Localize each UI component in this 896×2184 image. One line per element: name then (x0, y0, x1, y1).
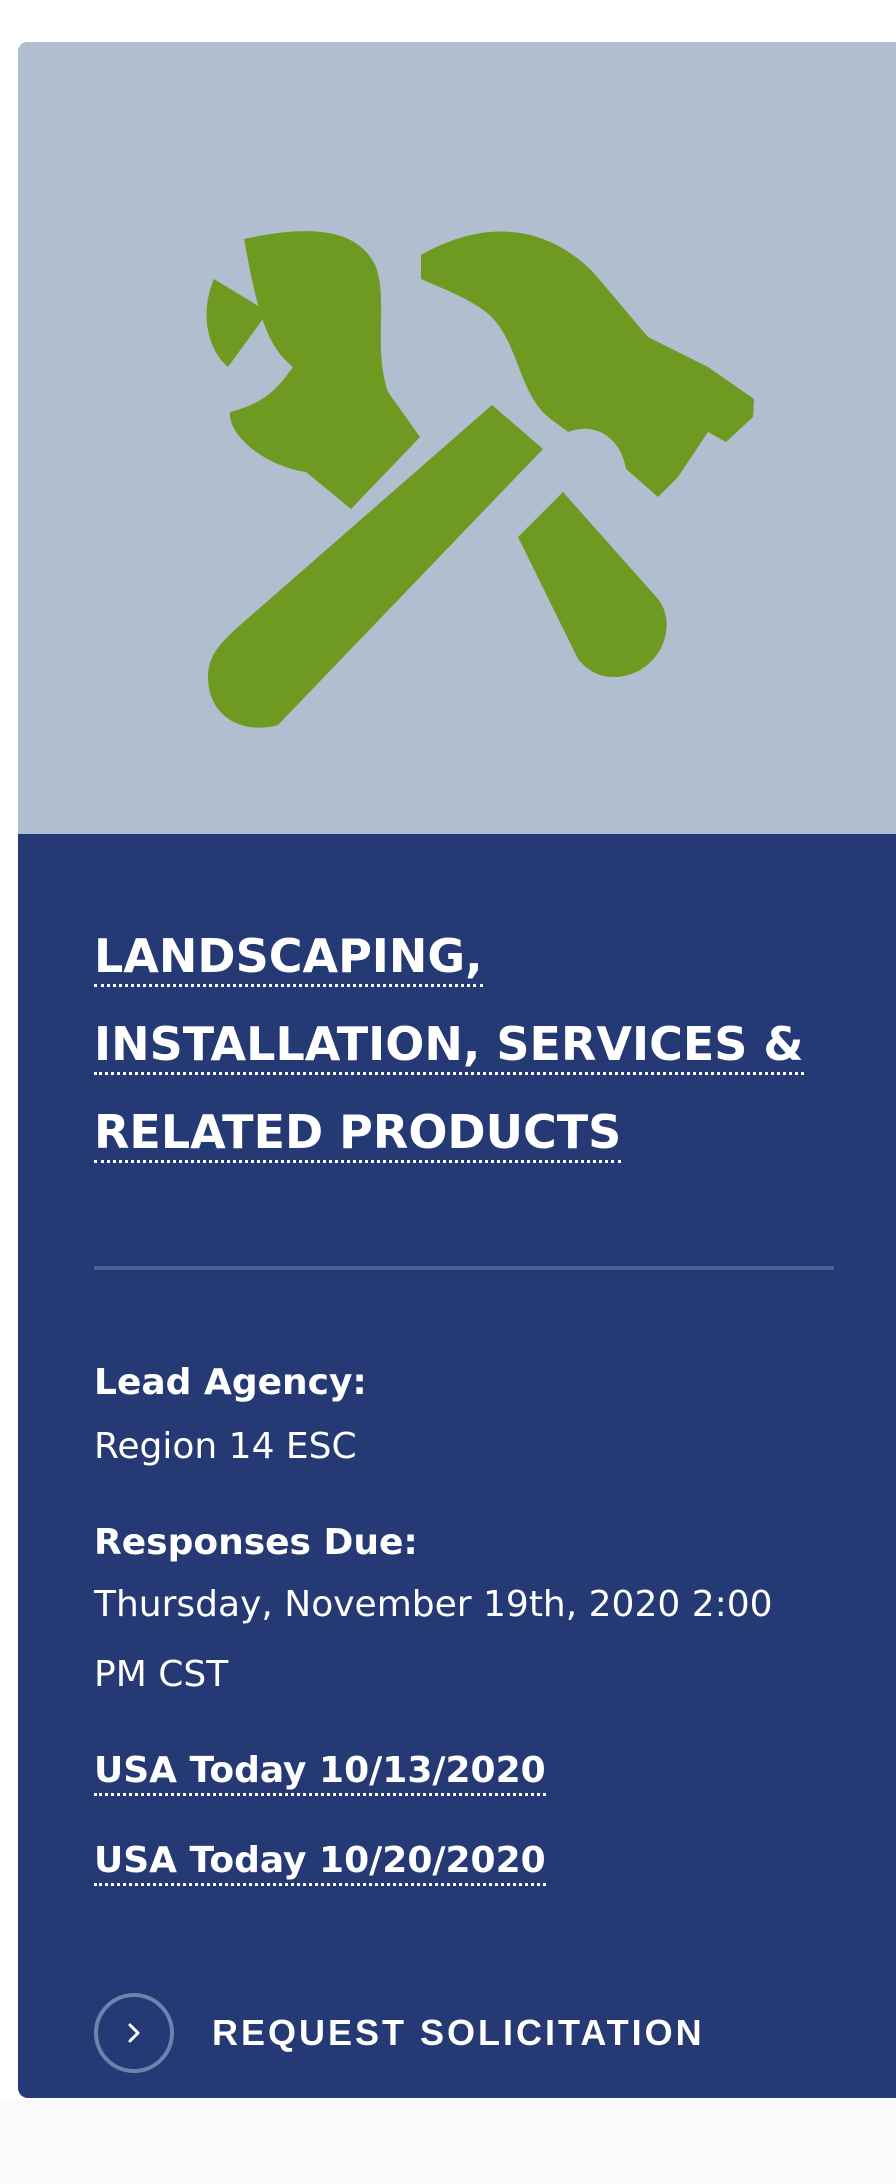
lead-agency-value: Region 14 ESC (94, 1426, 357, 1467)
card-content: LANDSCAPING, INSTALLATION, SERVICES & RE… (94, 912, 854, 2073)
divider (94, 1266, 834, 1270)
title-line-1[interactable]: LANDSCAPING, (94, 912, 854, 1000)
responses-due-label: Responses Due: (94, 1522, 418, 1563)
usa-today-link-1[interactable]: USA Today 10/13/2020 (94, 1750, 546, 1796)
card-image (18, 42, 896, 834)
chevron-right-icon (128, 2023, 140, 2043)
page-background (0, 2100, 896, 2184)
chevron-circle (94, 1993, 174, 2073)
solicitation-card: LANDSCAPING, INSTALLATION, SERVICES & RE… (18, 42, 896, 2098)
responses-due-value: Thursday, November 19th, 2020 2:00 PM CS… (94, 1584, 773, 1695)
hammer-wrench-icon (206, 231, 754, 728)
lead-agency-label: Lead Agency: (94, 1362, 367, 1403)
usa-today-link-2[interactable]: USA Today 10/20/2020 (94, 1840, 546, 1886)
request-solicitation-label: REQUEST SOLICITATION (212, 2012, 705, 2053)
request-solicitation-button[interactable]: REQUEST SOLICITATION (94, 1988, 705, 2078)
title-line-3[interactable]: RELATED PRODUCTS (94, 1088, 854, 1176)
title-line-2[interactable]: INSTALLATION, SERVICES & (94, 1000, 854, 1088)
